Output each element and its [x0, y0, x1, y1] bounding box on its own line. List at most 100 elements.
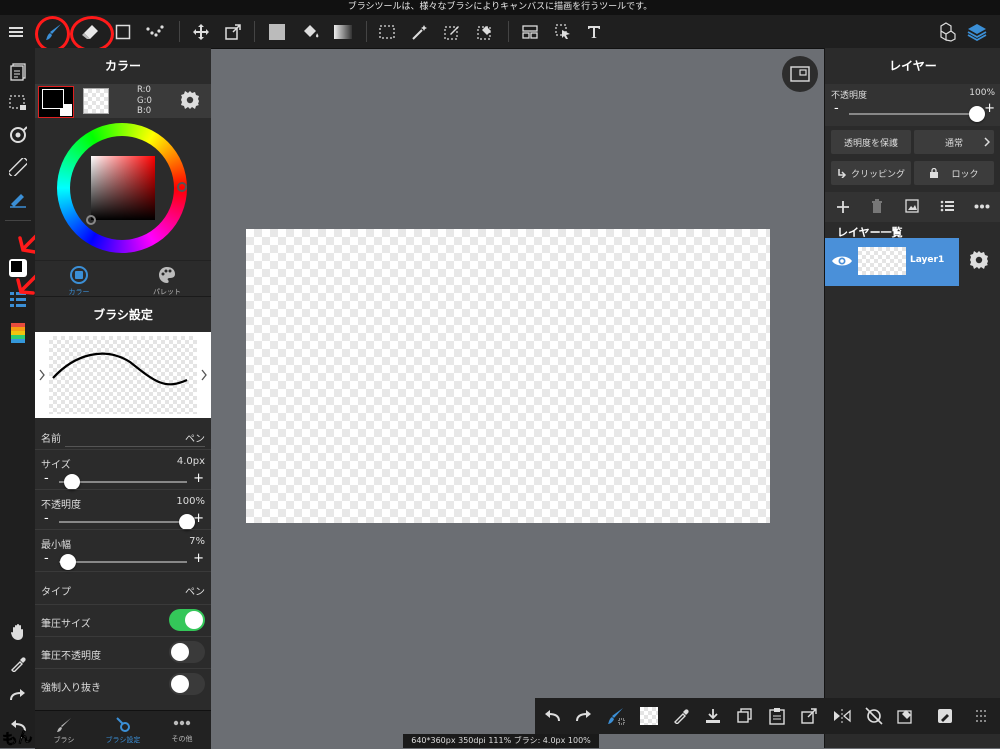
panel-toggle-button[interactable]: [782, 56, 818, 92]
clipping-icon: [838, 169, 847, 178]
color-tabs: カラー パレット: [35, 260, 211, 297]
tab-brush-label: ブラシ: [53, 736, 75, 744]
layer-list-icon[interactable]: [940, 200, 954, 212]
hand-icon[interactable]: [4, 618, 32, 646]
layer-opacity-minus-button[interactable]: -: [834, 101, 839, 116]
shape-tool-button[interactable]: [108, 15, 138, 48]
delete-layer-icon[interactable]: [871, 199, 883, 214]
minwidth-plus-button[interactable]: +: [193, 551, 204, 566]
minwidth-slider-knob[interactable]: [59, 554, 76, 570]
minwidth-minus-button[interactable]: -: [44, 551, 49, 566]
brush-tool-shortcut-icon[interactable]: [602, 702, 630, 730]
tab-brush-settings-label: ブラシ設定: [105, 736, 141, 744]
select-pen-icon[interactable]: [437, 15, 467, 48]
layer-row[interactable]: Layer1: [825, 238, 959, 286]
layer-name: Layer1: [910, 255, 945, 265]
redo-icon[interactable]: [570, 702, 598, 730]
opacity-plus-button[interactable]: +: [193, 511, 204, 526]
fill-color-icon[interactable]: [262, 15, 292, 48]
pressure-size-toggle[interactable]: [169, 609, 205, 631]
opacity-minus-button[interactable]: -: [44, 511, 49, 526]
size-slider-knob[interactable]: [63, 474, 80, 490]
eyedropper-icon[interactable]: [667, 702, 695, 730]
lock-button[interactable]: ロック: [914, 161, 994, 185]
redo-icon[interactable]: [4, 681, 32, 709]
brush-name-label: 名前: [41, 434, 61, 445]
move-icon[interactable]: [186, 15, 216, 48]
brush-minwidth-label: 最小幅: [41, 540, 71, 551]
protect-alpha-button[interactable]: 透明度を保護: [831, 130, 911, 154]
size-slider-track[interactable]: [59, 474, 187, 490]
next-brush-chevron-icon: [201, 369, 207, 381]
more-icon: [173, 720, 191, 726]
brush-opacity-row: 不透明度 100% - +: [35, 489, 211, 530]
grid-menu-icon[interactable]: [967, 702, 995, 730]
svg-text:もん: もん: [1, 727, 33, 748]
brush-preview: [35, 332, 211, 418]
import-image-icon[interactable]: [905, 199, 919, 213]
prev-brush-chevron-icon: [39, 369, 45, 381]
menu-icon[interactable]: [1, 15, 31, 48]
snap-icon[interactable]: [4, 121, 32, 149]
ruler-icon[interactable]: [4, 153, 32, 181]
size-plus-button[interactable]: +: [193, 471, 204, 486]
tab-color[interactable]: カラー: [35, 261, 123, 297]
add-layer-icon[interactable]: [836, 200, 850, 214]
select-eraser-icon[interactable]: [470, 15, 500, 48]
tab-other[interactable]: その他: [153, 711, 211, 749]
minwidth-slider-track[interactable]: [59, 554, 187, 570]
palette-strip-icon[interactable]: [4, 319, 32, 347]
layer-opacity-plus-button[interactable]: +: [984, 101, 995, 116]
primary-color-swatch[interactable]: [38, 86, 74, 118]
blend-mode-button[interactable]: 通常: [914, 130, 994, 154]
frame-divider-icon[interactable]: [515, 15, 545, 48]
magic-wand-icon[interactable]: [405, 15, 435, 48]
top-toolbar: [0, 15, 1000, 52]
undo-icon[interactable]: [538, 702, 566, 730]
sv-handle[interactable]: [86, 215, 96, 225]
hue-handle[interactable]: [177, 182, 187, 192]
select-rect-icon[interactable]: [372, 15, 402, 48]
clear-icon[interactable]: [892, 702, 920, 730]
brush-type-label: タイプ: [41, 587, 71, 598]
secondary-color-swatch[interactable]: [83, 88, 109, 114]
more-options-icon[interactable]: [974, 204, 990, 209]
dot-tool-button[interactable]: [140, 15, 170, 48]
copy-icon[interactable]: [731, 702, 759, 730]
gallery-icon[interactable]: [4, 58, 32, 86]
gradient-icon[interactable]: [328, 15, 358, 48]
layers-icon[interactable]: [962, 15, 992, 48]
opacity-slider-track[interactable]: [59, 514, 195, 530]
pressure-opacity-toggle[interactable]: [169, 641, 205, 663]
layer-opacity-track[interactable]: [849, 106, 985, 122]
reference-icon[interactable]: [931, 702, 959, 730]
brush-size-row: サイズ 4.0px - +: [35, 449, 211, 490]
operation-icon[interactable]: [548, 15, 578, 48]
brush-type-row[interactable]: タイプ ペン: [35, 571, 211, 605]
eyedropper-icon[interactable]: [4, 650, 32, 678]
selection-layer-icon[interactable]: [4, 89, 32, 117]
paste-icon[interactable]: [763, 702, 791, 730]
transform-icon[interactable]: [218, 15, 248, 48]
rotate-lock-icon[interactable]: [860, 702, 888, 730]
tab-palette[interactable]: パレット: [123, 261, 211, 297]
text-tool-icon[interactable]: [579, 15, 609, 48]
taper-toggle[interactable]: [169, 673, 205, 695]
layer-opacity-knob[interactable]: [969, 106, 985, 122]
filter-brush-icon[interactable]: [4, 185, 32, 213]
visibility-eye-icon[interactable]: [831, 254, 853, 268]
saturation-value-square[interactable]: [86, 156, 155, 225]
tab-brush-settings[interactable]: ブラシ設定: [93, 711, 153, 749]
bucket-icon[interactable]: [296, 15, 326, 48]
drawing-canvas[interactable]: [246, 229, 770, 523]
color-settings-gear-icon[interactable]: [180, 90, 200, 110]
size-minus-button[interactable]: -: [44, 471, 49, 486]
download-icon[interactable]: [699, 702, 727, 730]
layer-settings-gear-icon[interactable]: [969, 250, 989, 270]
tab-brush[interactable]: ブラシ: [35, 711, 93, 749]
export-icon[interactable]: [795, 702, 823, 730]
transparent-color-icon[interactable]: [635, 702, 663, 730]
clipping-button[interactable]: クリッピング: [831, 161, 911, 185]
flip-icon[interactable]: [828, 702, 856, 730]
3d-icon[interactable]: [931, 15, 961, 48]
